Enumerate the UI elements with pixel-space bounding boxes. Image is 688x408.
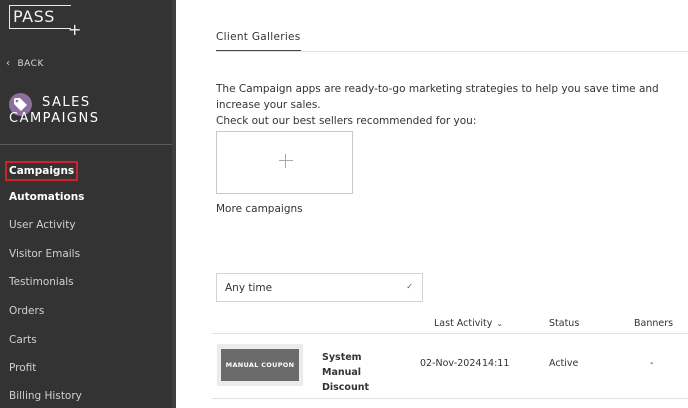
pass-logo[interactable]: PASS + xyxy=(9,5,81,39)
status-value: Active xyxy=(549,358,579,369)
time-filter-value: Any time xyxy=(225,282,273,294)
sidebar-item-visitor-emails[interactable]: Visitor Emails xyxy=(9,248,80,260)
sort-chevron-icon: ⌄ xyxy=(496,319,504,328)
campaign-name[interactable]: System Manual Discount xyxy=(322,350,402,395)
last-activity-date: 02-Nov-2024 xyxy=(420,358,482,369)
back-link[interactable]: ‹ BACK xyxy=(6,58,44,69)
sidebar-item-profit[interactable]: Profit xyxy=(9,362,36,374)
tab-client-galleries[interactable]: Client Galleries xyxy=(216,31,301,51)
campaign-thumbnail: MANUAL COUPON xyxy=(217,344,303,386)
section-title-line2: CAMPAIGNS xyxy=(9,111,100,126)
plus-icon xyxy=(279,154,293,168)
back-label: BACK xyxy=(17,58,44,69)
chevron-down-icon: ✓ xyxy=(406,282,413,291)
table-header: Last Activity ⌄ Status Banners xyxy=(212,313,688,334)
intro-text: The Campaign apps are ready-to-go market… xyxy=(216,81,686,129)
sidebar-item-billing-history[interactable]: Billing History xyxy=(9,390,82,402)
logo-plus: + xyxy=(68,20,82,39)
chevron-left-icon: ‹ xyxy=(6,58,11,69)
tab-bar: Client Galleries xyxy=(216,31,688,52)
sidebar-item-carts[interactable]: Carts xyxy=(9,334,37,346)
section-title-line1: SALES xyxy=(42,95,91,110)
sidebar-item-campaigns[interactable]: Campaigns xyxy=(5,161,79,181)
column-last-activity-label: Last Activity xyxy=(434,318,493,329)
sidebar-divider xyxy=(0,144,172,145)
campaign-thumbnail-label: MANUAL COUPON xyxy=(221,349,299,381)
column-status: Status xyxy=(549,318,580,329)
main-content: Client Galleries The Campaign apps are r… xyxy=(176,0,688,408)
sidebar: PASS + ‹ BACK SALES CAMPAIGNS Campaigns … xyxy=(0,0,176,408)
column-banners: Banners xyxy=(634,318,674,329)
logo-text: PASS xyxy=(13,7,55,26)
time-filter-select[interactable]: Any time ✓ xyxy=(216,273,423,302)
column-last-activity[interactable]: Last Activity ⌄ xyxy=(434,318,503,329)
sidebar-item-automations[interactable]: Automations xyxy=(9,191,84,203)
intro-line-2: Check out our best sellers recommended f… xyxy=(216,115,477,127)
add-campaign-button[interactable] xyxy=(216,131,353,194)
banners-value: - xyxy=(650,358,654,369)
more-campaigns-label: More campaigns xyxy=(216,203,303,215)
table-row[interactable]: MANUAL COUPON System Manual Discount 02-… xyxy=(212,334,688,399)
sidebar-item-testimonials[interactable]: Testimonials xyxy=(9,276,74,288)
sidebar-item-orders[interactable]: Orders xyxy=(9,305,44,317)
last-activity-time: 14:11 xyxy=(482,358,510,369)
sidebar-item-user-activity[interactable]: User Activity xyxy=(9,219,76,231)
intro-line-1: The Campaign apps are ready-to-go market… xyxy=(216,83,659,111)
